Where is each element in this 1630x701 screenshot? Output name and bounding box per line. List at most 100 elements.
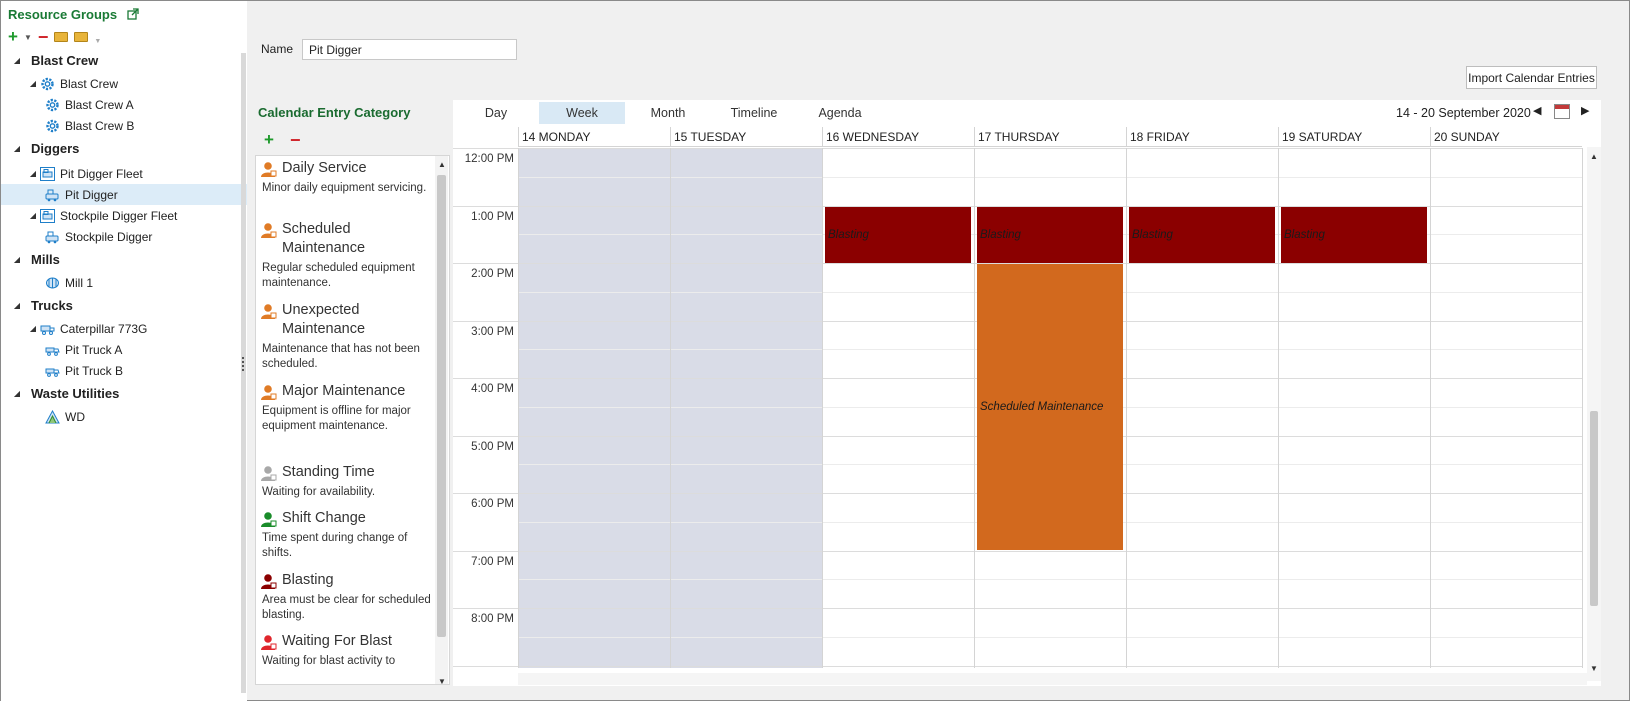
scheduler-vertical-scrollbar-thumb[interactable] bbox=[1590, 411, 1598, 606]
import-calendar-entries-button[interactable]: Import Calendar Entries bbox=[1466, 66, 1597, 89]
view-tab-timeline[interactable]: Timeline bbox=[711, 102, 797, 124]
add-resource-button[interactable]: + bbox=[8, 28, 18, 46]
open-folder-button[interactable] bbox=[54, 28, 69, 46]
day-header[interactable]: 14 MONDAY bbox=[518, 127, 670, 147]
time-label: 4:00 PM bbox=[471, 383, 514, 395]
calendar-event[interactable]: Scheduled Maintenance bbox=[977, 264, 1123, 550]
add-dropdown-chevron-icon[interactable]: ▼ bbox=[24, 28, 32, 46]
category-item[interactable]: Standing Time Waiting for availability. bbox=[260, 463, 432, 500]
non-working-day-shade bbox=[670, 148, 822, 668]
person-category-icon bbox=[261, 466, 277, 481]
expand-toggle-icon[interactable]: ◢ bbox=[12, 144, 22, 153]
tree-group[interactable]: ◢ Waste Utilities bbox=[1, 383, 247, 404]
expand-toggle-icon[interactable]: ◢ bbox=[12, 389, 22, 398]
tree-item[interactable]: ◢ Pit Digger Fleet bbox=[1, 163, 247, 184]
category-item[interactable]: Shift Change Time spent during change of … bbox=[260, 509, 432, 561]
tree-group[interactable]: ◢ Trucks bbox=[1, 295, 247, 316]
tree-item-label: Blast Crew B bbox=[65, 118, 135, 133]
tree-item[interactable]: ◢ Blast Crew bbox=[1, 73, 247, 94]
tree-item[interactable]: Blast Crew B bbox=[1, 115, 247, 136]
category-description: Waiting for blast activity to bbox=[262, 655, 396, 667]
truck-icon bbox=[45, 368, 60, 377]
day-header[interactable]: 17 THURSDAY bbox=[974, 127, 1126, 147]
previous-week-icon[interactable]: ◀ bbox=[1533, 104, 1541, 117]
day-header[interactable]: 16 WEDNESDAY bbox=[822, 127, 974, 147]
panel-splitter[interactable] bbox=[241, 53, 246, 693]
expand-toggle-icon[interactable]: ◢ bbox=[12, 301, 22, 310]
event-title: Blasting bbox=[828, 229, 869, 241]
digger-icon bbox=[45, 231, 59, 243]
tree-item[interactable]: Blast Crew A bbox=[1, 94, 247, 115]
day-column-line bbox=[1582, 148, 1583, 668]
event-title: Scheduled Maintenance bbox=[980, 401, 1104, 413]
category-item[interactable]: Scheduled Maintenance Regular scheduled e… bbox=[260, 220, 432, 291]
next-week-icon[interactable]: ▶ bbox=[1581, 104, 1589, 117]
category-item[interactable]: Major Maintenance Equipment is offline fo… bbox=[260, 382, 432, 434]
expand-toggle-icon[interactable]: ◢ bbox=[28, 169, 38, 178]
expand-toggle-icon[interactable]: ◢ bbox=[12, 255, 22, 264]
tree-item[interactable]: ◢ Stockpile Digger Fleet bbox=[1, 205, 247, 226]
person-category-icon bbox=[261, 162, 277, 177]
tree-item-label: Blast Crew bbox=[60, 76, 119, 91]
category-header: Waiting For Blast bbox=[260, 632, 432, 651]
non-working-day-shade bbox=[518, 148, 670, 668]
name-input[interactable] bbox=[302, 39, 517, 60]
day-header[interactable]: 15 TUESDAY bbox=[670, 127, 822, 147]
scheduler-scroll-down-icon[interactable]: ▼ bbox=[1590, 664, 1598, 673]
category-name: Blasting bbox=[282, 572, 334, 588]
category-description: Equipment is offline for major equipment… bbox=[262, 405, 411, 432]
day-column-line bbox=[670, 148, 671, 668]
expand-toggle-icon[interactable]: ◢ bbox=[12, 56, 22, 65]
calendar-event[interactable]: Blasting bbox=[1129, 207, 1275, 263]
resource-groups-title[interactable]: Resource Groups bbox=[8, 7, 139, 22]
tree-group[interactable]: ◢ Diggers bbox=[1, 138, 247, 159]
category-scrollbar-thumb[interactable] bbox=[437, 175, 446, 637]
view-tab-day[interactable]: Day bbox=[453, 102, 539, 124]
scheduler-horizontal-scrollbar[interactable] bbox=[518, 673, 1587, 685]
category-item[interactable]: Unexpected Maintenance Maintenance that h… bbox=[260, 301, 432, 372]
expand-toggle-icon[interactable]: ◢ bbox=[28, 324, 38, 333]
remove-resource-button[interactable]: − bbox=[38, 28, 49, 46]
external-link-icon[interactable] bbox=[127, 8, 139, 20]
scheduler-scroll-up-icon[interactable]: ▲ bbox=[1590, 152, 1598, 161]
tree-group[interactable]: ◢ Mills bbox=[1, 249, 247, 270]
expand-toggle-icon[interactable]: ◢ bbox=[28, 211, 38, 220]
category-scroll-down-icon[interactable]: ▼ bbox=[438, 677, 446, 686]
view-tab-month[interactable]: Month bbox=[625, 102, 711, 124]
tree-item[interactable]: Mill 1 bbox=[1, 272, 247, 293]
tree-item[interactable]: Pit Truck B bbox=[1, 360, 247, 381]
folder-open-icon bbox=[54, 32, 69, 42]
tree-item[interactable]: ◢ Caterpillar 773G bbox=[1, 318, 247, 339]
remove-category-button[interactable]: − bbox=[290, 131, 301, 149]
calendar-event[interactable]: Blasting bbox=[825, 207, 971, 263]
expand-toggle-icon[interactable]: ◢ bbox=[28, 79, 38, 88]
tree-item[interactable]: Pit Digger bbox=[1, 184, 247, 205]
calendar-picker-icon[interactable] bbox=[1554, 104, 1570, 119]
category-item[interactable]: Waiting For Blast Waiting for blast activ… bbox=[260, 632, 432, 669]
category-description: Waiting for availability. bbox=[262, 486, 376, 498]
toolbar-overflow-icon[interactable]: ▼ bbox=[94, 32, 101, 50]
person-category-icon bbox=[261, 304, 277, 319]
folder-settings-button[interactable] bbox=[74, 28, 89, 46]
tree-item[interactable]: Stockpile Digger bbox=[1, 226, 247, 247]
day-header[interactable]: 18 FRIDAY bbox=[1126, 127, 1278, 147]
day-column-line bbox=[1430, 148, 1431, 668]
category-name: Scheduled Maintenance bbox=[282, 221, 366, 256]
day-column-line bbox=[974, 148, 975, 668]
tree-item[interactable]: Pit Truck A bbox=[1, 339, 247, 360]
day-header[interactable]: 20 SUNDAY bbox=[1430, 127, 1582, 147]
time-label: 7:00 PM bbox=[471, 556, 514, 568]
calendar-event[interactable]: Blasting bbox=[977, 207, 1123, 263]
day-header[interactable]: 19 SATURDAY bbox=[1278, 127, 1430, 147]
view-tab-agenda[interactable]: Agenda bbox=[797, 102, 883, 124]
category-item[interactable]: Blasting Area must be clear for scheduled… bbox=[260, 571, 432, 623]
splitter-grip-icon[interactable] bbox=[242, 357, 245, 371]
tree-item[interactable]: WD bbox=[1, 406, 247, 427]
view-tab-week[interactable]: Week bbox=[539, 102, 625, 124]
tree-group[interactable]: ◢ Blast Crew bbox=[1, 50, 247, 71]
calendar-event[interactable]: Blasting bbox=[1281, 207, 1427, 263]
resource-groups-panel: Resource Groups + ▼ − ▼ ◢ Blast Crew ◢ Blas… bbox=[1, 1, 247, 701]
category-scroll-up-icon[interactable]: ▲ bbox=[438, 160, 446, 169]
add-category-button[interactable]: + bbox=[264, 131, 274, 148]
category-item[interactable]: Daily Service Minor daily equipment servi… bbox=[260, 159, 432, 196]
